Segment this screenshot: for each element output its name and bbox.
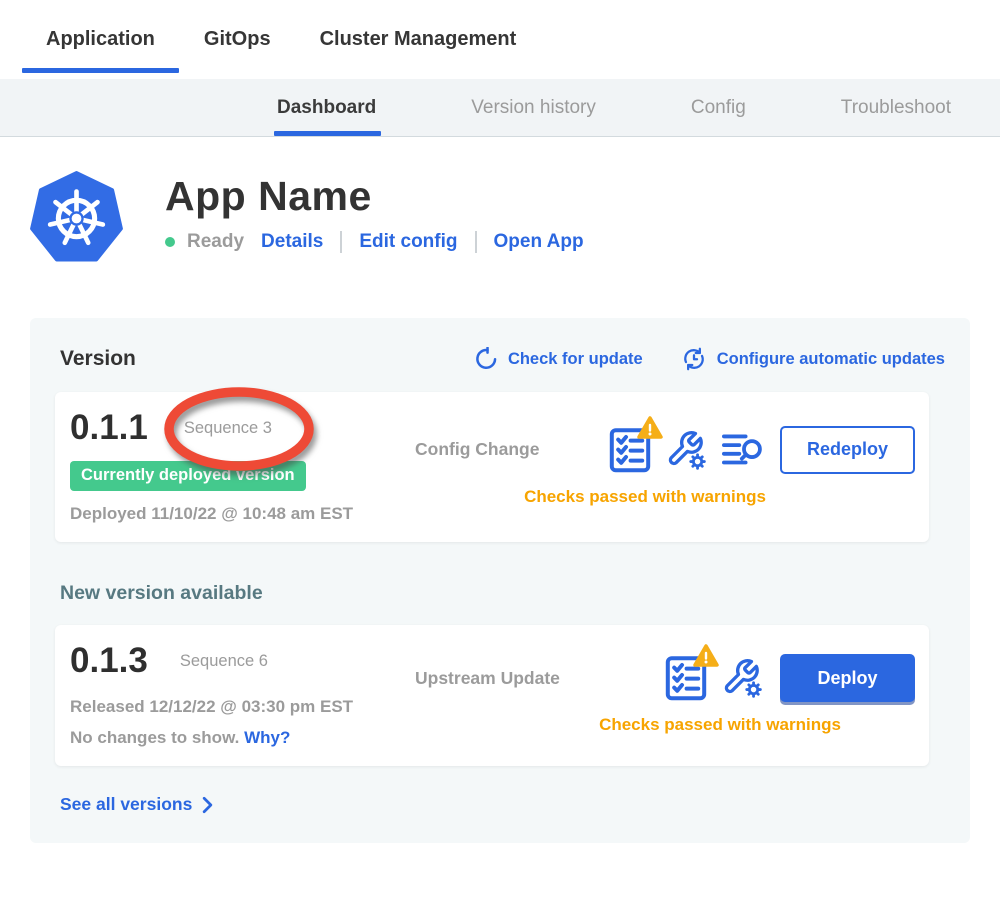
- section-title: Version: [60, 347, 136, 371]
- currently-deployed-badge: Currently deployed version: [70, 461, 306, 491]
- action-label: Configure automatic updates: [717, 350, 945, 369]
- action-label: Check for update: [508, 350, 643, 369]
- see-all-label: See all versions: [60, 794, 192, 815]
- nav-tab-application[interactable]: Application: [46, 0, 155, 79]
- released-timestamp: Released 12/12/22 @ 03:30 pm EST: [70, 697, 415, 717]
- active-tab-underline: [274, 131, 381, 136]
- nav-tab-cluster-management[interactable]: Cluster Management: [320, 0, 517, 79]
- available-version-number: 0.1.3: [70, 641, 148, 681]
- subnav-tab-label: Troubleshoot: [841, 97, 951, 119]
- subnav-tab-troubleshoot[interactable]: Troubleshoot: [841, 79, 951, 136]
- config-wrench-icon: [665, 428, 707, 472]
- subnav-tab-config[interactable]: Config: [691, 79, 746, 136]
- app-sub-nav: Dashboard Version history Config Trouble…: [0, 79, 1000, 137]
- diff-view-icon: [721, 431, 763, 469]
- redeploy-button[interactable]: Redeploy: [780, 426, 915, 474]
- primary-nav: Application GitOps Cluster Management: [0, 0, 1000, 79]
- view-config-button[interactable]: [721, 656, 763, 700]
- nav-tab-label: GitOps: [204, 28, 271, 51]
- subnav-tab-version-history[interactable]: Version history: [471, 79, 596, 136]
- current-version-card: 0.1.1 Sequence 3 Currently deployed vers…: [55, 392, 929, 542]
- subnav-tab-label: Dashboard: [277, 97, 376, 119]
- nav-tab-label: Cluster Management: [320, 28, 517, 51]
- available-version-sequence: Sequence 6: [180, 652, 268, 671]
- kubernetes-logo-icon: [30, 171, 123, 266]
- warning-triangle-icon: [692, 643, 720, 669]
- current-version-sequence: Sequence 3: [184, 419, 272, 438]
- see-all-versions-link[interactable]: See all versions: [60, 794, 945, 815]
- app-header: App Name Ready Details Edit config Open …: [30, 171, 1000, 266]
- nav-tab-label: Application: [46, 28, 155, 51]
- current-version-number: 0.1.1: [70, 408, 148, 448]
- subnav-tab-label: Version history: [471, 97, 596, 119]
- preflight-checks-status: Checks passed with warnings: [415, 715, 915, 735]
- deployed-timestamp: Deployed 11/10/22 @ 10:48 am EST: [70, 504, 415, 524]
- status-text: Ready: [187, 231, 244, 253]
- version-source-label: Config Change: [415, 439, 539, 460]
- configure-automatic-updates-button[interactable]: Configure automatic updates: [681, 346, 945, 372]
- deploy-button[interactable]: Deploy: [780, 654, 915, 702]
- view-diff-button[interactable]: [721, 431, 763, 469]
- warning-triangle-icon: [636, 415, 664, 441]
- preflight-checks-button[interactable]: [665, 655, 707, 701]
- view-config-button[interactable]: [665, 428, 707, 472]
- divider: [475, 231, 477, 253]
- no-changes-text: No changes to show.: [70, 728, 239, 747]
- subnav-tab-dashboard[interactable]: Dashboard: [277, 79, 376, 136]
- available-version-card: 0.1.3 Sequence 6 Released 12/12/22 @ 03:…: [55, 625, 929, 766]
- version-section: Version Check for update Configure autom…: [30, 318, 970, 843]
- ready-status-dot-icon: [165, 237, 175, 247]
- edit-config-link[interactable]: Edit config: [359, 231, 457, 253]
- page-title: App Name: [165, 173, 584, 220]
- preflight-checks-button[interactable]: [609, 427, 651, 473]
- app-status-row: Ready Details Edit config Open App: [165, 231, 584, 253]
- scheduled-update-icon: [681, 346, 707, 372]
- open-app-link[interactable]: Open App: [494, 231, 584, 253]
- check-for-update-button[interactable]: Check for update: [474, 347, 643, 371]
- subnav-tab-label: Config: [691, 97, 746, 119]
- why-link[interactable]: Why?: [244, 728, 290, 747]
- refresh-icon: [474, 347, 498, 371]
- divider: [340, 231, 342, 253]
- nav-tab-gitops[interactable]: GitOps: [204, 0, 271, 79]
- preflight-checks-status: Checks passed with warnings: [415, 487, 915, 507]
- version-source-label: Upstream Update: [415, 668, 560, 689]
- details-link[interactable]: Details: [261, 231, 323, 253]
- chevron-right-icon: [201, 796, 214, 814]
- config-wrench-icon: [721, 656, 763, 700]
- new-version-heading: New version available: [60, 582, 945, 605]
- active-tab-underline: [22, 68, 179, 73]
